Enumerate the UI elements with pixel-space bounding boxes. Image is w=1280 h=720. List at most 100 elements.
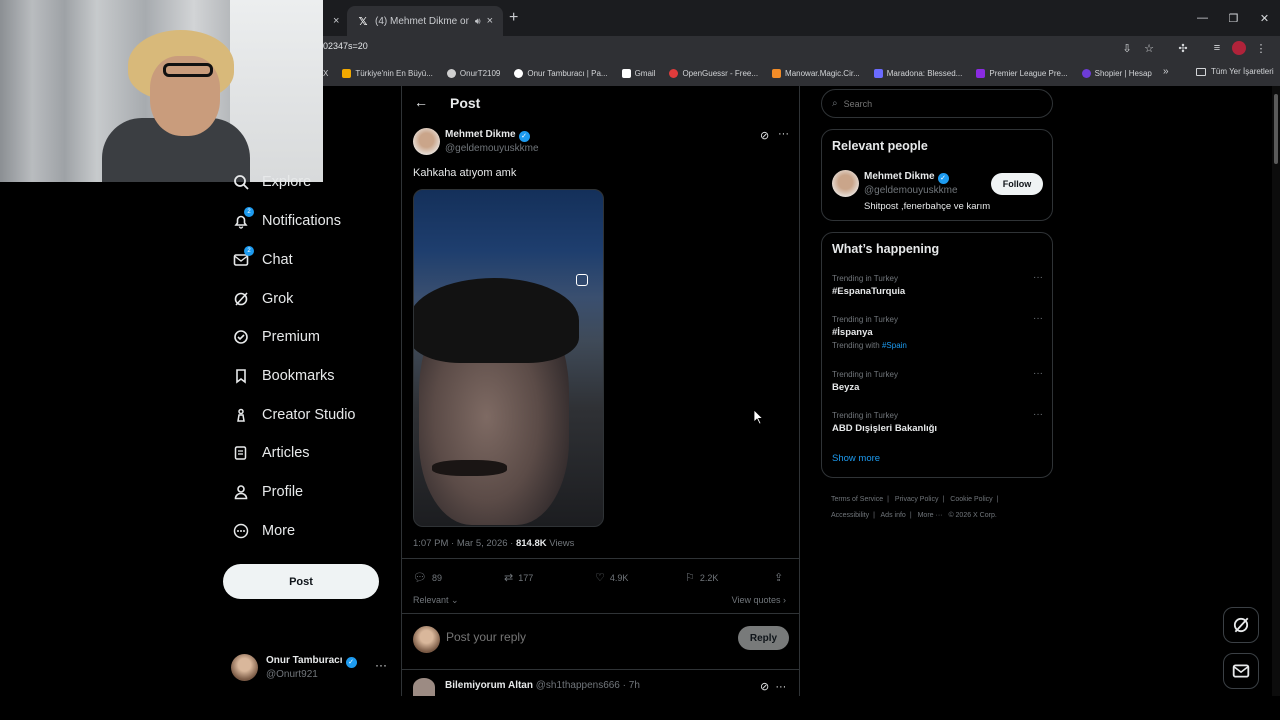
reply-button[interactable]: 💬︎ 89 [413, 571, 442, 584]
bookmark-favicon-icon [1081, 68, 1091, 78]
post-button[interactable]: Post [223, 564, 379, 599]
bookmark-item[interactable]: Maradona: Blessed... [873, 68, 962, 78]
reply-more-icon[interactable]: ··· [775, 681, 786, 693]
nav-more[interactable]: More [232, 519, 295, 543]
repost-button[interactable]: ⇄ 177 [504, 571, 533, 584]
grok-explain-icon[interactable]: ⊘ [760, 681, 769, 693]
bookmark-favicon-icon [669, 68, 679, 78]
show-more-link[interactable]: Show more [832, 453, 880, 464]
tab-close-button[interactable]: × [333, 15, 339, 27]
trend-item[interactable]: Trending in Turkey #EspanaTurquia ··· [832, 272, 1047, 297]
new-tab-button[interactable]: + [509, 9, 518, 27]
x-logo-icon: 𝕏 [358, 15, 368, 28]
media-control-icon[interactable]: ≡ [1206, 39, 1228, 57]
cookie-link[interactable]: Cookie Policy [950, 496, 992, 503]
url-text[interactable]: 02347s=20 [323, 41, 368, 51]
bookmarks-overflow-button[interactable]: » [1163, 66, 1169, 77]
scrollbar-thumb[interactable] [1274, 94, 1278, 164]
tab-active[interactable]: 𝕏 (4) Mehmet Dikme on X: "K 🔊︎ × [347, 6, 503, 36]
chat-badge: 2 [244, 246, 254, 256]
bookmark-item[interactable]: OpenGuessr - Free... [669, 68, 758, 78]
share-button[interactable]: ⇪ [774, 571, 788, 584]
nav-profile[interactable]: Profile [232, 480, 303, 504]
chevron-down-icon: ⌄ [451, 595, 459, 605]
person-name[interactable]: Mehmet Dikme [864, 171, 935, 182]
avatar[interactable] [413, 128, 440, 155]
tab-close-button[interactable]: × [487, 15, 493, 27]
trend-item[interactable]: Trending in Turkey Beyza ··· [832, 368, 1047, 393]
back-arrow-icon[interactable]: ← [414, 94, 428, 110]
bookmark-item[interactable]: Türkiye'nin En Büyü... [342, 68, 433, 78]
privacy-link[interactable]: Privacy Policy [895, 496, 939, 503]
reply-submit-button[interactable]: Reply [738, 626, 789, 650]
nav-bookmarks[interactable]: Bookmarks [232, 364, 335, 388]
trend-item[interactable]: Trending in Turkey ABD Dışişleri Bakanlı… [832, 409, 1047, 434]
trend-more-icon[interactable]: ··· [1033, 409, 1043, 420]
accessibility-link[interactable]: Accessibility [831, 512, 869, 519]
account-switcher[interactable]: Onur Tamburacı ✓ @Onurt921 ··· [231, 653, 391, 683]
profile-avatar-icon[interactable] [1228, 39, 1250, 57]
verified-badge-icon: ✓ [345, 657, 357, 668]
nav-premium[interactable]: Premium [232, 325, 320, 349]
extensions-icon[interactable]: ✣ [1172, 39, 1194, 57]
tab-previous[interactable]: × [323, 6, 347, 36]
card-title: Relevant people [832, 139, 928, 153]
trend-more-icon[interactable]: ··· [1033, 368, 1043, 379]
reply-input[interactable] [446, 630, 716, 644]
reply-author[interactable]: Bilemiyorum Altan @sh1thappens666 · 7h [445, 680, 640, 691]
grok-float-button[interactable] [1223, 607, 1259, 643]
search-bar[interactable]: ⌕ [821, 89, 1053, 118]
terms-link[interactable]: Terms of Service [831, 496, 883, 503]
bookmark-item[interactable]: Gmail [621, 68, 655, 78]
nav-articles[interactable]: Articles [232, 441, 310, 465]
star-icon[interactable]: ☆ [1138, 39, 1160, 57]
all-bookmarks-button[interactable]: Tüm Yer İşaretleri [1196, 67, 1274, 76]
bookmark-item[interactable]: Manowar.Magic.Cir... [772, 68, 860, 78]
reply-sort-dropdown[interactable]: Relevant ⌄ [413, 595, 459, 606]
page-scrollbar[interactable] [1272, 86, 1280, 696]
bookmark-item[interactable]: Shopier | Hesap [1081, 68, 1152, 78]
menu-kebab-icon[interactable]: ⋮ [1250, 39, 1272, 57]
bookmark-button[interactable]: ⚐ 2.2K [685, 571, 718, 584]
nav-explore[interactable]: Explore [232, 170, 311, 194]
tweet-more-icon[interactable]: ··· [778, 128, 789, 140]
search-input[interactable] [843, 98, 1024, 109]
messages-float-button[interactable] [1223, 653, 1259, 689]
trend-item[interactable]: Trending in Turkey #İspanya Trending wit… [832, 313, 1047, 350]
avatar[interactable] [832, 170, 859, 197]
install-app-icon[interactable]: ⇩ [1116, 39, 1138, 57]
bookmark-item[interactable]: X [323, 69, 328, 78]
window-controls: — ❐ ✕ [1187, 0, 1280, 36]
nav-grok[interactable]: Grok [232, 287, 293, 311]
bookmark-item[interactable]: Premier League Pre... [976, 68, 1068, 78]
tab-title: (4) Mehmet Dikme on X: "K [375, 15, 469, 27]
like-button[interactable]: ♡ 4.9K [595, 571, 628, 584]
view-quotes-link[interactable]: View quotes › [732, 595, 786, 605]
trend-more-icon[interactable]: ··· [1033, 272, 1043, 283]
tweet-timestamp: 1:07 PM · Mar 5, 2026 · 814.8K Views [413, 538, 575, 549]
account-name: Onur Tamburacı [266, 655, 343, 666]
grok-explain-icon[interactable]: ⊘ [760, 129, 769, 142]
follow-button[interactable]: Follow [991, 173, 1043, 195]
tweet-text: Kahkaha atıyom amk [413, 167, 517, 179]
author-handle[interactable]: @geldemouyuskkme [445, 143, 539, 154]
tweet-video[interactable] [413, 189, 604, 527]
restore-icon[interactable]: ❐ [1218, 0, 1249, 36]
bookmark-item[interactable]: OnurT2109 [446, 68, 500, 78]
minimize-icon[interactable]: — [1187, 0, 1218, 36]
person-bio: Shitpost ,fenerbahçe ve karım [864, 201, 991, 212]
person-handle[interactable]: @geldemouyuskkme [864, 185, 958, 196]
speaker-icon[interactable]: 🔊︎ [475, 16, 481, 27]
author-name[interactable]: Mehmet Dikme [445, 129, 516, 140]
close-window-icon[interactable]: ✕ [1249, 0, 1280, 36]
trend-more-icon[interactable]: ··· [1033, 313, 1043, 324]
bookmark-item[interactable]: Onur Tamburacı | Pa... [514, 68, 608, 78]
avatar[interactable] [413, 678, 435, 696]
account-more-icon[interactable]: ··· [375, 658, 387, 672]
ads-info-link[interactable]: Ads info [881, 512, 906, 519]
nav-creator-studio[interactable]: Creator Studio [232, 403, 356, 427]
footer-more-link[interactable]: More ··· [918, 512, 943, 519]
nav-notifications[interactable]: 2 Notifications [232, 207, 341, 233]
nav-chat[interactable]: 2 Chat [232, 246, 293, 272]
trend-related-tag[interactable]: #Spain [882, 341, 907, 350]
